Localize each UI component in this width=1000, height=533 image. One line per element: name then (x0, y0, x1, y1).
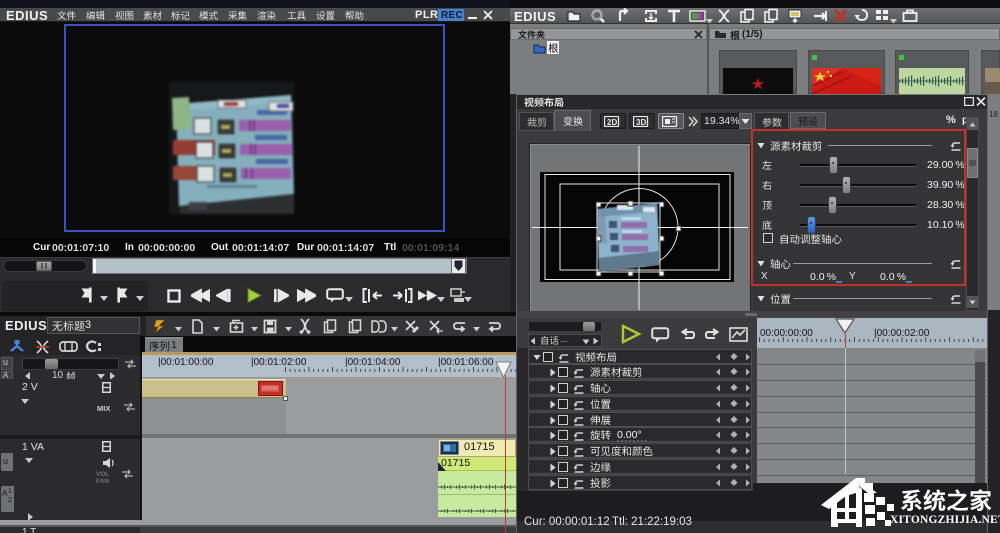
svg-text:2D: 2D (607, 118, 617, 127)
svg-text:3D: 3D (636, 118, 646, 127)
